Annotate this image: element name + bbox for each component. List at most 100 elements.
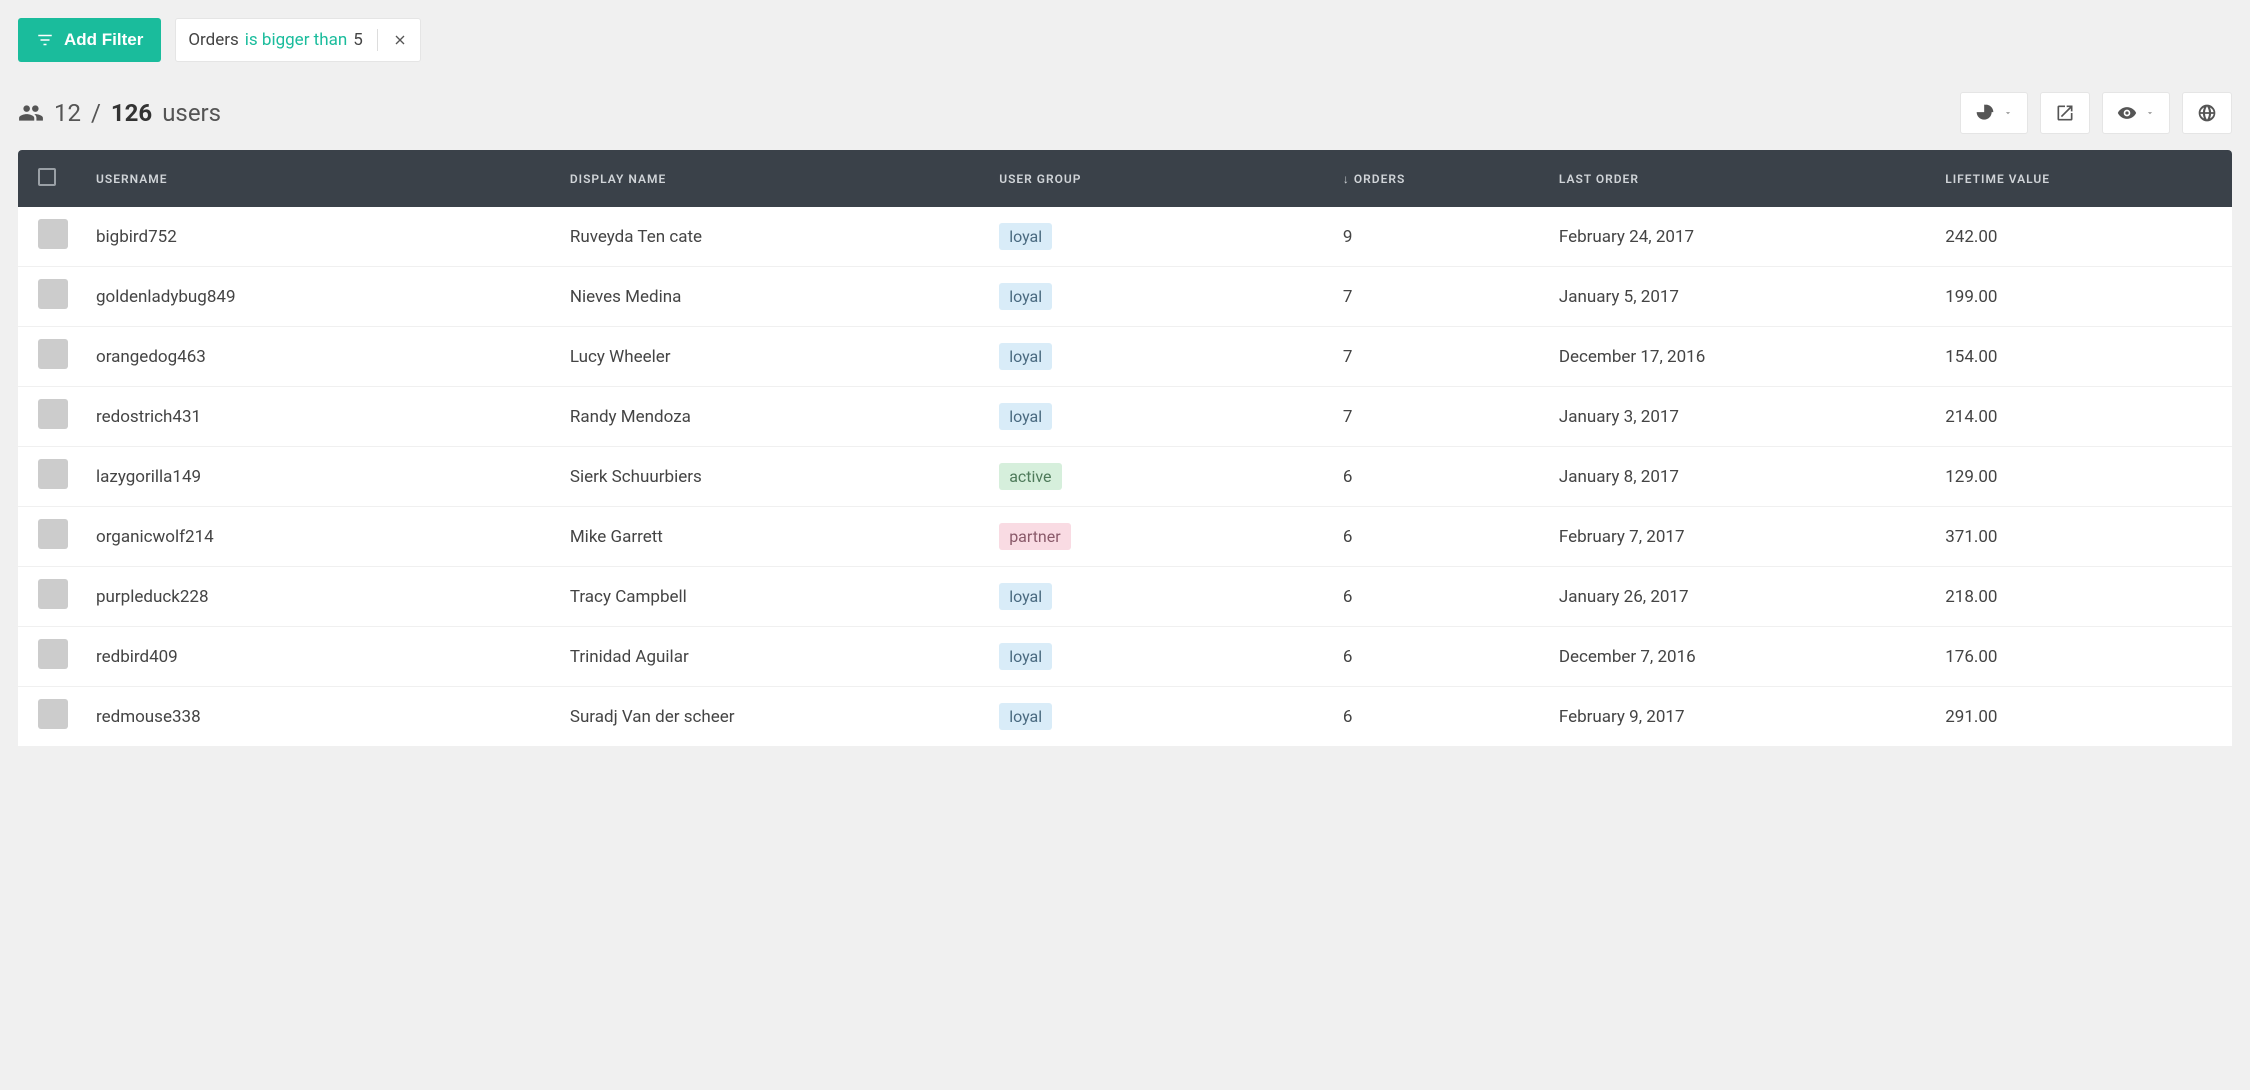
display-name-cell: Lucy Wheeler [556, 327, 985, 387]
row-avatar-cell[interactable] [18, 327, 82, 387]
orders-cell: 7 [1329, 327, 1545, 387]
group-tag: active [999, 463, 1061, 490]
close-icon[interactable] [392, 32, 408, 48]
table-row[interactable]: bigbird752Ruveyda Ten cate loyal 9February… [18, 207, 2232, 267]
username-cell: bigbird752 [82, 207, 556, 267]
orders-cell: 9 [1329, 207, 1545, 267]
lifetime-value-cell: 176.00 [1931, 627, 2232, 687]
users-icon [18, 100, 44, 126]
row-avatar-cell[interactable] [18, 387, 82, 447]
row-avatar-cell[interactable] [18, 207, 82, 267]
group-tag: partner [999, 523, 1070, 550]
add-filter-button[interactable]: Add Filter [18, 18, 161, 62]
filter-chip-field: Orders [188, 30, 238, 50]
row-avatar-cell[interactable] [18, 627, 82, 687]
display-name-cell: Sierk Schuurbiers [556, 447, 985, 507]
filter-icon [36, 31, 54, 49]
lifetime-value-cell: 242.00 [1931, 207, 2232, 267]
row-avatar-cell[interactable] [18, 447, 82, 507]
lifetime-value-cell: 129.00 [1931, 447, 2232, 507]
table-row[interactable]: organicwolf214Mike Garrett partner 6Februa… [18, 507, 2232, 567]
table-row[interactable]: orangedog463Lucy Wheeler loyal 7December 1… [18, 327, 2232, 387]
row-avatar-cell[interactable] [18, 507, 82, 567]
username-cell: orangedog463 [82, 327, 556, 387]
user-group-cell: loyal [985, 327, 1329, 387]
user-group-cell: active [985, 447, 1329, 507]
visibility-button[interactable] [2102, 92, 2170, 134]
avatar [38, 339, 68, 369]
avatar [38, 399, 68, 429]
group-tag: loyal [999, 583, 1052, 610]
display-name-cell: Tracy Campbell [556, 567, 985, 627]
display-name-cell: Randy Mendoza [556, 387, 985, 447]
last-order-cell: December 7, 2016 [1545, 627, 1931, 687]
table-row[interactable]: lazygorilla149Sierk Schuurbiersactive6Ja… [18, 447, 2232, 507]
add-filter-label: Add Filter [64, 30, 143, 50]
user-group-cell: loyal [985, 687, 1329, 747]
display-name-cell: Suradj Van der scheer [556, 687, 985, 747]
display-name-cell: Mike Garrett [556, 507, 985, 567]
last-order-cell: February 9, 2017 [1545, 687, 1931, 747]
table-row[interactable]: purpleduck228Tracy Campbell loyal 6January… [18, 567, 2232, 627]
column-header-display-name[interactable]: DISPLAY NAME [556, 150, 985, 207]
column-header-last-order[interactable]: LAST ORDER [1545, 150, 1931, 207]
users-table: USERNAME DISPLAY NAME USER GROUP ↓ORDERS… [18, 150, 2232, 747]
orders-cell: 6 [1329, 507, 1545, 567]
table-row[interactable]: redmouse338Suradj Van der scheerloyal6Fe… [18, 687, 2232, 747]
user-group-cell: loyal [985, 267, 1329, 327]
group-tag: loyal [999, 703, 1052, 730]
orders-cell: 7 [1329, 387, 1545, 447]
group-tag: loyal [999, 403, 1052, 430]
chevron-down-icon [2003, 108, 2013, 118]
username-cell: redbird409 [82, 627, 556, 687]
row-avatar-cell[interactable] [18, 567, 82, 627]
select-all-checkbox[interactable] [38, 168, 56, 186]
globe-icon [2197, 103, 2217, 123]
column-header-user-group[interactable]: USER GROUP [985, 150, 1329, 207]
filter-chip-divider [377, 29, 378, 51]
row-avatar-cell[interactable] [18, 687, 82, 747]
chart-button[interactable] [1960, 92, 2028, 134]
results-total-count: 126 [111, 99, 152, 127]
row-avatar-cell[interactable] [18, 267, 82, 327]
export-icon [2055, 103, 2075, 123]
last-order-cell: January 26, 2017 [1545, 567, 1931, 627]
globe-button[interactable] [2182, 92, 2232, 134]
orders-cell: 7 [1329, 267, 1545, 327]
avatar [38, 519, 68, 549]
results-shown-count: 12 [54, 99, 81, 127]
avatar [38, 219, 68, 249]
table-row[interactable]: redostrich431Randy Mendozaloyal7January … [18, 387, 2232, 447]
filter-chip[interactable]: Orders is bigger than 5 [175, 18, 420, 62]
orders-cell: 6 [1329, 687, 1545, 747]
username-cell: purpleduck228 [82, 567, 556, 627]
group-tag: loyal [999, 343, 1052, 370]
last-order-cell: February 7, 2017 [1545, 507, 1931, 567]
lifetime-value-cell: 154.00 [1931, 327, 2232, 387]
export-button[interactable] [2040, 92, 2090, 134]
orders-cell: 6 [1329, 447, 1545, 507]
last-order-cell: February 24, 2017 [1545, 207, 1931, 267]
user-group-cell: loyal [985, 387, 1329, 447]
table-row[interactable]: redbird409Trinidad Aguilarloyal6December… [18, 627, 2232, 687]
display-name-cell: Ruveyda Ten cate [556, 207, 985, 267]
last-order-cell: December 17, 2016 [1545, 327, 1931, 387]
username-cell: organicwolf214 [82, 507, 556, 567]
group-tag: loyal [999, 223, 1052, 250]
results-summary: 12 / 126 users [18, 99, 221, 127]
column-header-checkbox[interactable] [18, 150, 82, 207]
chevron-down-icon [2145, 108, 2155, 118]
lifetime-value-cell: 214.00 [1931, 387, 2232, 447]
column-header-username[interactable]: USERNAME [82, 150, 556, 207]
lifetime-value-cell: 199.00 [1931, 267, 2232, 327]
column-header-lifetime-value[interactable]: LIFETIME VALUE [1931, 150, 2232, 207]
orders-cell: 6 [1329, 567, 1545, 627]
last-order-cell: January 3, 2017 [1545, 387, 1931, 447]
column-header-orders[interactable]: ↓ORDERS [1329, 150, 1545, 207]
display-name-cell: Nieves Medina [556, 267, 985, 327]
pie-chart-icon [1975, 103, 1995, 123]
table-row[interactable]: goldenladybug849Nieves Medinaloyal7Janua… [18, 267, 2232, 327]
username-cell: goldenladybug849 [82, 267, 556, 327]
filter-chip-operator: is bigger than [245, 30, 347, 50]
results-sep: / [91, 99, 101, 127]
